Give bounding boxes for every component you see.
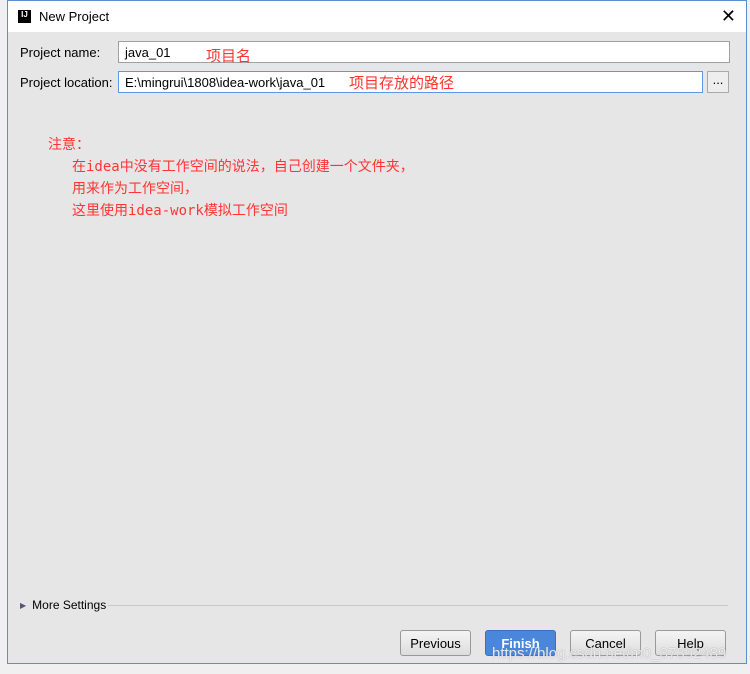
close-icon[interactable]: ✕ <box>721 6 736 27</box>
expand-triangle-icon: ▶ <box>20 600 27 610</box>
note-line: 在idea中没有工作空间的说法，自己创建一个文件夹， <box>72 159 414 175</box>
name-annotation: 项目名 <box>206 48 252 65</box>
watermark: https://blog.csdn.net/m0_37392489 <box>492 645 727 662</box>
note-line: 用来作为工作空间， <box>72 181 198 197</box>
project-name-row: Project name: java_01 <box>20 41 730 63</box>
previous-button[interactable]: Previous <box>400 630 471 656</box>
more-settings-toggle[interactable]: ▶ More Settings <box>20 598 106 612</box>
note-line: 这里使用idea-work模拟工作空间 <box>72 203 288 219</box>
project-name-label: Project name: <box>20 44 101 60</box>
browse-button[interactable]: ... <box>707 71 729 93</box>
project-location-label: Project location: <box>20 74 113 90</box>
note-annotation: 注意： 在idea中没有工作空间的说法，自己创建一个文件夹， 用来作为工作空间，… <box>48 134 414 222</box>
more-settings-label: More Settings <box>32 598 107 612</box>
location-annotation: 项目存放的路径 <box>349 75 455 92</box>
dialog-title: New Project <box>39 9 110 24</box>
note-line: 注意： <box>48 137 90 153</box>
intellij-logo-icon: IJ <box>18 10 31 23</box>
title-bar: IJ New Project ✕ <box>8 1 746 32</box>
divider <box>108 605 728 606</box>
new-project-dialog: IJ New Project ✕ Project name: java_01 P… <box>7 0 747 664</box>
